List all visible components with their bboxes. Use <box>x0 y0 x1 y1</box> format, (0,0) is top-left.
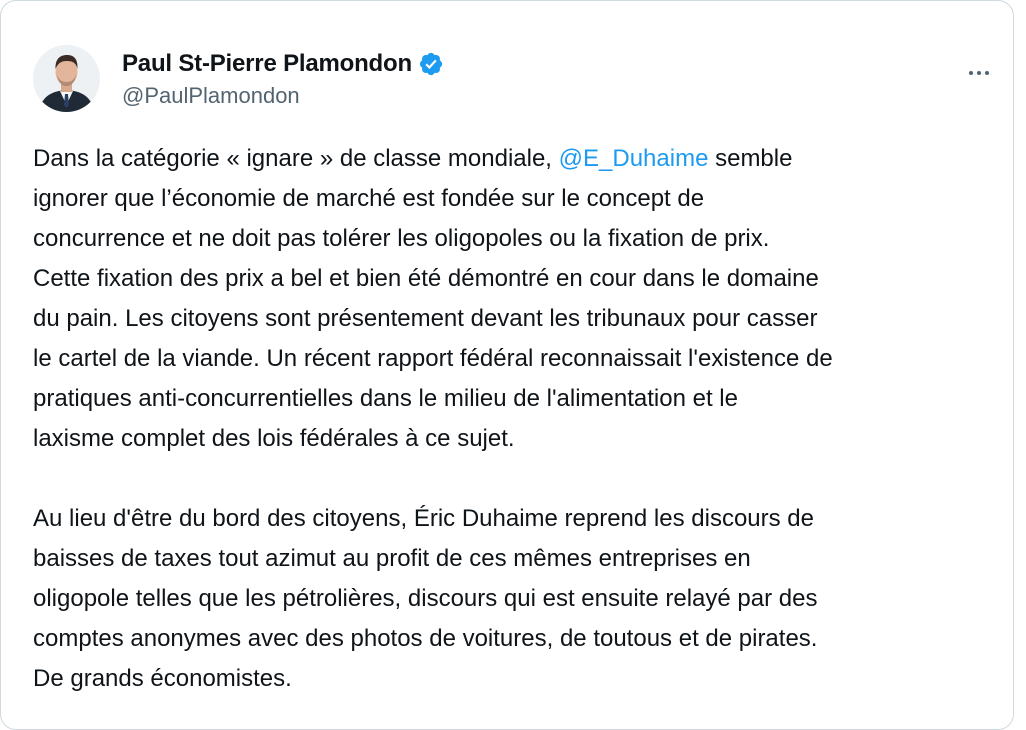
tweet-text-line: Dans la catégorie « ignare » de classe m… <box>33 139 1003 179</box>
more-options-button[interactable] <box>961 59 997 87</box>
tweet-text-segment: semble <box>708 145 793 172</box>
tweet-text-line: du pain. Les citoyens sont présentement … <box>33 305 818 332</box>
display-name-row[interactable]: Paul St-Pierre Plamondon <box>122 49 444 79</box>
tweet-header: Paul St-Pierre Plamondon @PaulPlamondon <box>33 45 997 115</box>
author-names: Paul St-Pierre Plamondon @PaulPlamondon <box>122 49 444 109</box>
tweet-text-segment: Dans la catégorie « ignare » de classe m… <box>33 145 559 172</box>
more-horizontal-icon-dot <box>977 71 981 75</box>
tweet-text-line: De grands économistes. <box>33 665 292 692</box>
tweet-card: Paul St-Pierre Plamondon @PaulPlamondon … <box>0 0 1014 730</box>
mention-link[interactable]: @E_Duhaime <box>559 145 709 172</box>
tweet-text-line: ignorer que l’économie de marché est fon… <box>33 185 705 212</box>
tweet-text-line: Cette fixation des prix a bel et bien ét… <box>33 265 819 292</box>
more-horizontal-icon-dot <box>985 71 989 75</box>
tweet-text-line: concurrence et ne doit pas tolérer les o… <box>33 225 770 252</box>
avatar[interactable] <box>33 45 100 112</box>
tweet-text-line: comptes anonymes avec des photos de voit… <box>33 625 818 652</box>
verified-badge-icon[interactable] <box>418 51 444 77</box>
tweet-text: Dans la catégorie « ignare » de classe m… <box>33 139 1003 699</box>
tweet-text-line: baisses de taxes tout azimut au profit d… <box>33 545 751 572</box>
tweet-text-line: laxisme complet des lois fédérales à ce … <box>33 425 515 452</box>
tweet-text-line: Au lieu d'être du bord des citoyens, Éri… <box>33 505 814 532</box>
tweet-text-line: pratiques anti-concurrentielles dans le … <box>33 385 738 412</box>
display-name[interactable]: Paul St-Pierre Plamondon <box>122 50 412 78</box>
tweet-text-line: le cartel de la viande. Un récent rappor… <box>33 345 833 372</box>
tweet-text-line: oligopole telles que les pétrolières, di… <box>33 585 818 612</box>
avatar-image <box>33 45 100 112</box>
author-handle[interactable]: @PaulPlamondon <box>122 83 444 109</box>
more-horizontal-icon <box>969 71 973 75</box>
